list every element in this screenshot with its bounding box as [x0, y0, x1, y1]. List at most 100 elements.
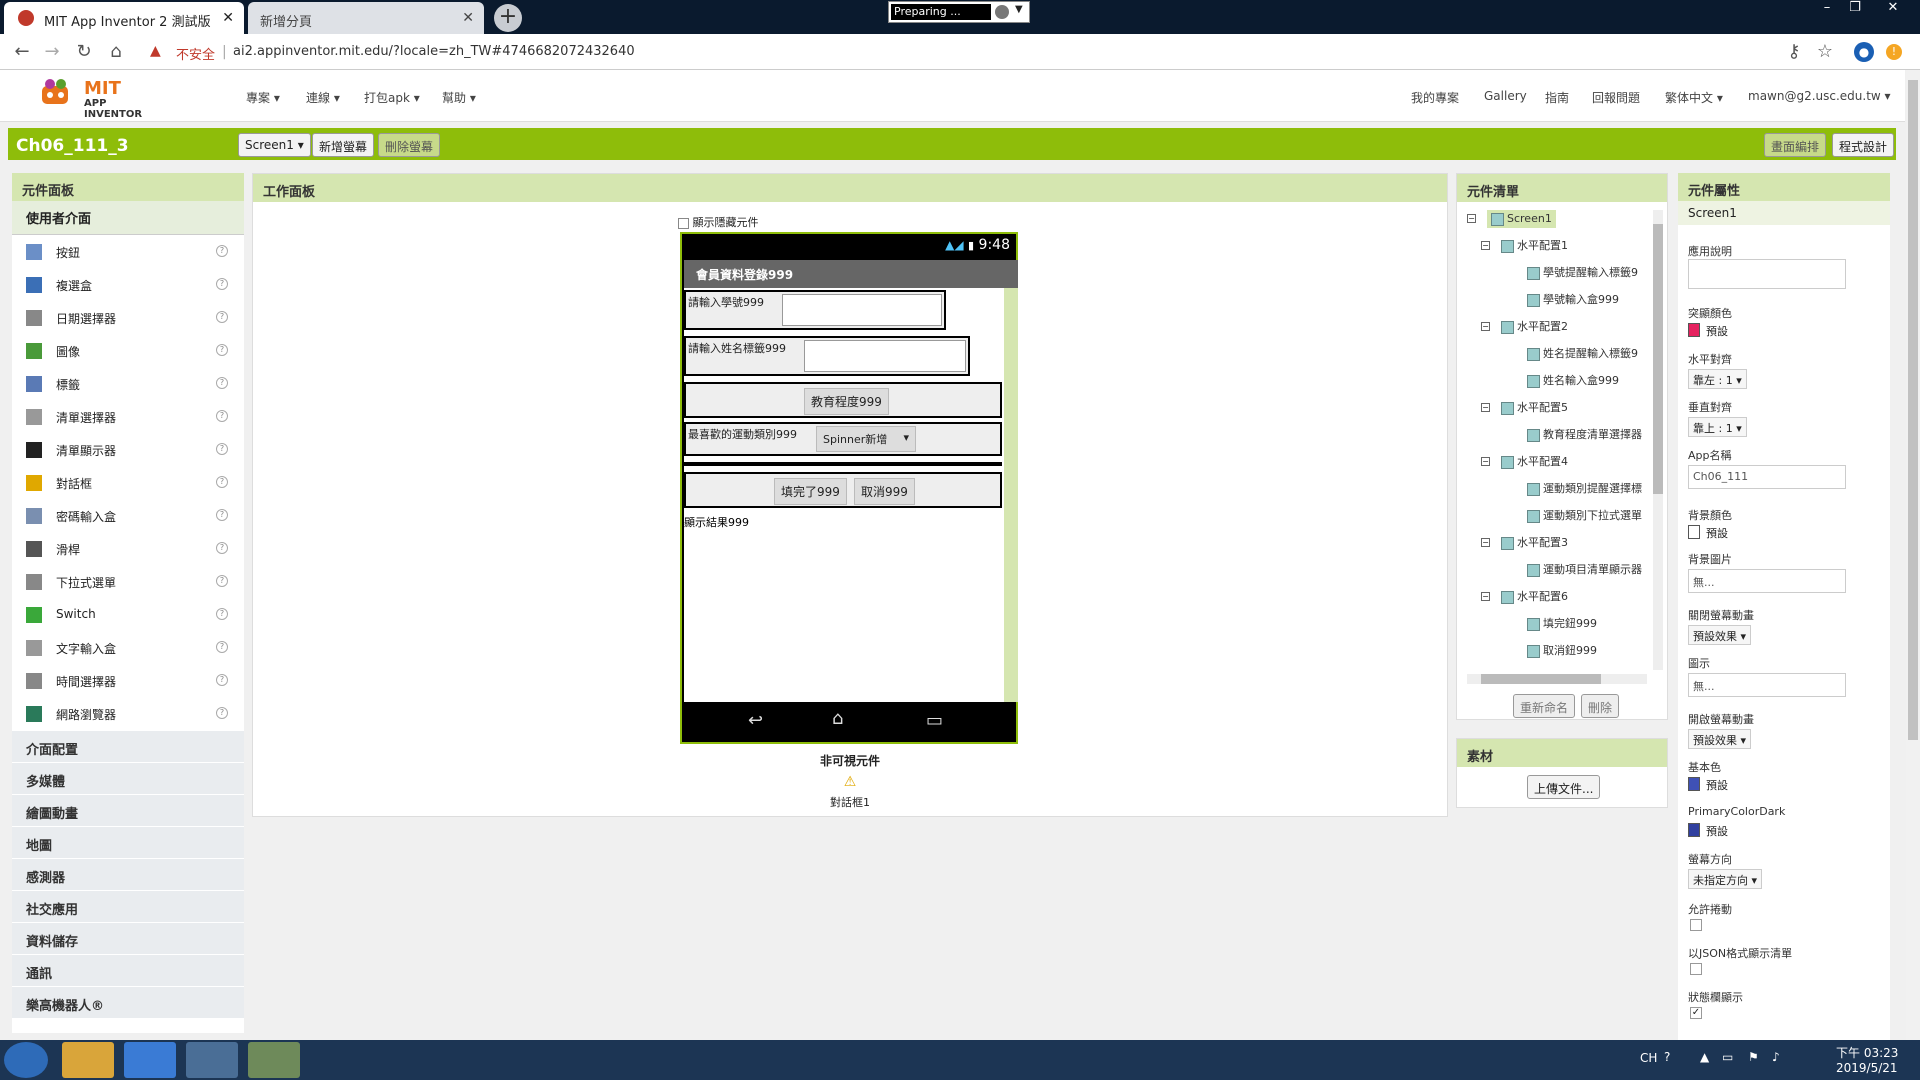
blocks-button[interactable]: 程式設計 [1832, 133, 1895, 157]
done-button[interactable]: 填完了999 [774, 478, 847, 505]
sport-spinner[interactable]: Spinner新增 ▾ [816, 426, 916, 452]
palette-category[interactable]: 地圖 [12, 826, 244, 858]
name-textbox[interactable] [804, 340, 966, 372]
clock-date[interactable]: 2019/5/21 [1836, 1061, 1898, 1075]
palette-category[interactable]: 多媒體 [12, 762, 244, 794]
help-icon[interactable]: ? [216, 377, 228, 389]
tree-node[interactable]: 姓名輸入盒999 [1527, 372, 1619, 388]
status-bar-checkbox[interactable]: ✓ [1690, 1007, 1702, 1019]
designer-button[interactable]: 畫面編排 [1764, 133, 1827, 157]
tree-node[interactable]: 運動類別提醒選擇標 [1527, 480, 1642, 496]
start-button-icon[interactable] [4, 1042, 48, 1078]
internet-explorer-icon[interactable] [124, 1042, 176, 1078]
collapse-toggle-icon[interactable]: − [1481, 322, 1490, 331]
language-menu[interactable]: 繁体中文 ▾ [1665, 89, 1723, 106]
education-listpicker[interactable]: 教育程度999 [804, 388, 889, 415]
palette-category[interactable]: 樂高機器人® [12, 986, 244, 1018]
delete-button[interactable]: 刪除 [1581, 694, 1620, 718]
remove-screen-button[interactable]: 刪除螢幕 [378, 133, 441, 157]
browser-tab-active[interactable]: MIT App Inventor 2 測試版 ✕ [4, 2, 244, 34]
palette-category[interactable]: 通訊 [12, 954, 244, 986]
app-name-input[interactable]: Ch06_111 [1688, 465, 1846, 489]
close-tab-icon[interactable]: ✕ [222, 10, 234, 26]
chevron-down-icon[interactable]: ▼ [1015, 4, 1023, 15]
horizontal-arrangement-4[interactable]: 最喜歡的運動類別999 Spinner新增 ▾ [684, 422, 1002, 456]
accent-color-value[interactable]: 預設 [1706, 323, 1728, 339]
show-hidden-checkbox[interactable]: 顯示隱藏元件 [678, 214, 759, 230]
checkbox-box[interactable] [678, 217, 689, 229]
help-icon[interactable]: ? [216, 311, 228, 323]
update-alert-icon[interactable]: ! [1886, 44, 1902, 60]
help-icon[interactable]: ? [216, 476, 228, 488]
palette-category[interactable]: 社交應用 [12, 890, 244, 922]
accent-color-swatch[interactable] [1688, 323, 1700, 337]
palette-item-button[interactable]: 按鈕? [12, 235, 244, 268]
help-icon[interactable]: ? [216, 443, 228, 455]
label-student-id[interactable]: 請輸入學號999 [688, 294, 764, 310]
palette-item-listpicker[interactable]: 清單選擇器? [12, 400, 244, 433]
page-scrollbar[interactable] [1906, 70, 1920, 1040]
help-icon[interactable]: ? [216, 410, 228, 422]
rename-button[interactable]: 重新命名 [1513, 694, 1576, 718]
help-icon[interactable]: ? [216, 641, 228, 653]
close-tab-icon[interactable]: ✕ [462, 10, 474, 26]
clock-time[interactable]: 下午 03:23 [1836, 1044, 1898, 1061]
guide-link[interactable]: 指南 [1545, 89, 1569, 106]
label-name[interactable]: 請輸入姓名標籤999 [688, 340, 786, 356]
horizontal-arrangement-1[interactable]: 請輸入學號999 [684, 290, 946, 330]
primary-color-swatch[interactable] [1688, 777, 1700, 791]
sport-listview[interactable] [684, 462, 1002, 466]
tree-node[interactable]: 姓名提醒輸入標籤9 [1527, 345, 1638, 361]
help-icon[interactable]: ? [216, 707, 228, 719]
status-widget[interactable]: Preparing ... ▼ [888, 1, 1030, 23]
nonvisible-item[interactable]: 對話框1 [800, 794, 900, 810]
palette-category[interactable]: 繪圖動畫 [12, 794, 244, 826]
cancel-button[interactable]: 取消999 [854, 478, 915, 505]
add-screen-button[interactable]: 新增螢幕 [312, 133, 375, 157]
horizontal-arrangement-5[interactable]: 教育程度999 [684, 382, 1002, 418]
open-animation-select[interactable]: 預設效果 ▾ [1688, 729, 1752, 749]
close-window-icon[interactable]: ✕ [1880, 0, 1906, 18]
bookmark-star-icon[interactable]: ☆ [1813, 40, 1837, 64]
palette-category[interactable]: 介面配置 [12, 730, 244, 762]
profile-avatar[interactable]: ● [1854, 42, 1874, 62]
help-icon[interactable]: ? [216, 542, 228, 554]
palette-item-notifier[interactable]: 對話框? [12, 466, 244, 499]
mit-app-inventor-logo[interactable]: MIT APP INVENTOR [36, 74, 166, 120]
upload-file-button[interactable]: 上傳文件... [1527, 775, 1601, 799]
help-icon[interactable]: ? [216, 344, 228, 356]
tray-arrow-icon[interactable]: ▲ [1700, 1050, 1709, 1064]
help-icon[interactable]: ? [216, 245, 228, 257]
tree-horizontal-scrollbar[interactable] [1467, 674, 1647, 684]
palette-item-spinner[interactable]: 下拉式選單? [12, 565, 244, 598]
help-icon[interactable]: ? [216, 608, 228, 620]
volume-icon[interactable]: ♪ [1772, 1050, 1780, 1064]
palette-item-timepicker[interactable]: 時間選擇器? [12, 664, 244, 697]
restore-icon[interactable]: ❐ [1842, 0, 1868, 18]
new-tab-button[interactable]: + [494, 4, 522, 32]
palette-item-passwordtextbox[interactable]: 密碼輸入盒? [12, 499, 244, 532]
tree-node[interactable]: 水平配置2 [1501, 318, 1568, 334]
json-list-checkbox[interactable] [1690, 963, 1702, 975]
menu-connect[interactable]: 連線 ▾ [306, 89, 340, 106]
my-projects-link[interactable]: 我的專案 [1411, 89, 1459, 106]
flag-icon[interactable]: ⚑ [1748, 1050, 1759, 1064]
scrollbar-thumb[interactable] [1481, 674, 1601, 684]
palette-item-checkbox[interactable]: 複選盒? [12, 268, 244, 301]
collapse-toggle-icon[interactable]: − [1481, 592, 1490, 601]
scrollbar-thumb[interactable] [1653, 224, 1663, 494]
help-icon[interactable]: ? [216, 278, 228, 290]
about-textarea[interactable] [1688, 259, 1846, 289]
collapse-toggle-icon[interactable]: − [1481, 241, 1490, 250]
tree-node[interactable]: Screen1 [1487, 210, 1556, 228]
tree-node[interactable]: 取消鈕999 [1527, 642, 1597, 658]
tree-node[interactable]: 運動類別下拉式選單 [1527, 507, 1642, 523]
primary-dark-value[interactable]: 預設 [1706, 823, 1728, 839]
menu-help[interactable]: 幫助 ▾ [442, 89, 476, 106]
collapse-toggle-icon[interactable]: − [1481, 457, 1490, 466]
palette-item-label[interactable]: 標籤? [12, 367, 244, 400]
palette-item-webviewer[interactable]: 網路瀏覽器? [12, 697, 244, 730]
app-window-icon[interactable] [248, 1042, 300, 1078]
help-icon[interactable]: ? [216, 575, 228, 587]
tree-node[interactable]: 運動項目清單顯示器 [1527, 561, 1642, 577]
